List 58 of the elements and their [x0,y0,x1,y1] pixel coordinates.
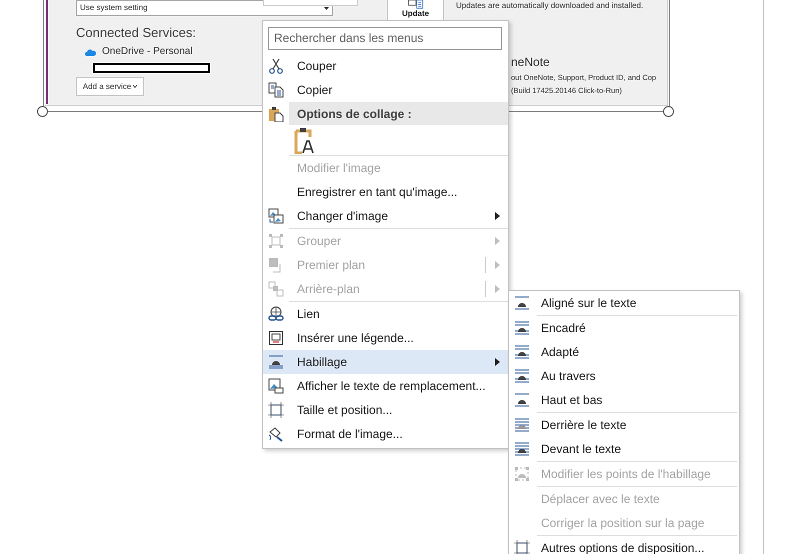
alt-text-icon [268,378,284,394]
layout-options-icon [514,540,530,554]
resize-handle[interactable] [37,106,48,117]
menu-item[interactable]: Au travers [509,364,739,388]
wrap-points-icon [514,466,530,482]
update-description: Updates are automatically downloaded and installed. [456,1,644,11]
caret-icon [133,85,138,88]
paste-text-icon [294,126,316,154]
format-brush-icon [268,426,284,442]
caption-icon [268,330,284,346]
text-wrap-icon [514,344,530,360]
submenu-arrow-icon [494,358,500,366]
submenu-arrow-icon [494,285,500,293]
menu-item[interactable]: Couper [263,54,508,78]
size-icon [268,402,284,418]
update-button[interactable]: Update [387,0,444,21]
menu-item[interactable]: Format de l'image... [263,422,508,446]
menu-item[interactable]: Afficher le texte de remplacement... [263,374,508,398]
language-dropdown[interactable]: Use system setting [76,0,333,16]
send-backward-icon [268,281,284,297]
service-name: OneDrive - Personal [102,46,193,58]
menu-item[interactable]: Encadré [509,316,739,340]
menu-item[interactable]: Changer d'image [263,204,508,228]
group-icon [268,233,284,249]
product-title: neNote [511,55,551,69]
menu-item[interactable]: Copier [263,78,508,102]
menu-item[interactable]: Derrière le texte [509,413,739,437]
text-wrap-icon [514,417,530,433]
search-field[interactable]: Rechercher dans les menus [268,26,502,50]
menu-item[interactable]: Insérer une légende... [263,326,508,350]
add-service-button[interactable]: Add a service [76,77,144,96]
scissors-icon [268,58,284,74]
submenu-arrow-icon [494,212,500,220]
paste-text-only-button[interactable] [294,126,316,154]
text-wrap-icon [514,295,530,311]
menu-item[interactable]: Aligné sur le texte [509,291,739,315]
text-wrap-icon [514,320,530,336]
menu-item[interactable]: Devant le texte [509,437,739,461]
submenu-arrow-icon [494,261,500,269]
text-wrap-icon [514,368,530,384]
text-wrap-icon [268,354,284,370]
menu-item[interactable]: Habillage [263,350,508,374]
menu-item[interactable]: Lien [263,302,508,326]
copy-icon [268,82,284,98]
menu-section-header: Options de collage : [289,102,508,125]
resize-handle[interactable] [663,106,674,117]
text-wrap-icon [514,392,530,408]
menu-item[interactable]: Haut et bas [509,388,739,412]
link-icon [268,306,284,322]
image-swap-icon [268,208,284,224]
clipboard-icon [268,106,284,122]
menu-item[interactable]: Adapté [509,340,739,364]
text-wrap-icon [514,441,530,457]
menu-item[interactable]: Enregistrer en tant qu'image... [263,180,508,204]
menu-item[interactable]: Taille et position... [263,398,508,422]
submenu-arrow-icon [494,237,500,245]
section-title: Connected Services: [76,25,196,41]
cloud-icon [85,48,96,56]
